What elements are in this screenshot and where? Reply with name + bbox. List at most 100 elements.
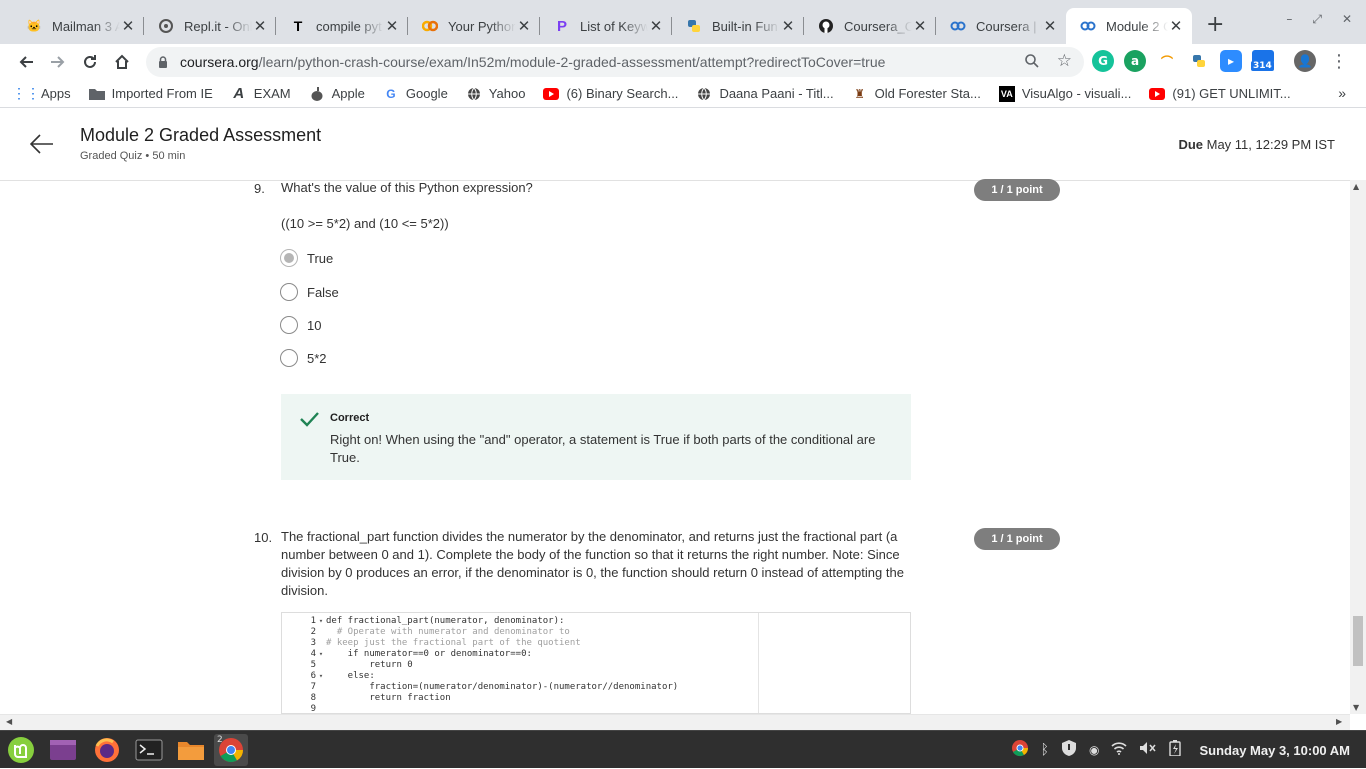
bookmark-apple[interactable]: Apple [309, 86, 365, 102]
close-icon[interactable]: ✕ [648, 17, 664, 35]
tab-your-python[interactable]: Your Pythor ✕ [408, 8, 540, 44]
minimize-icon[interactable]: – [1286, 12, 1292, 27]
close-icon[interactable]: ✕ [780, 17, 796, 35]
scroll-right-icon[interactable]: ▶ [1336, 717, 1342, 726]
code-line[interactable]: 4 ▾ if numerator==0 or denominator==0: [282, 649, 532, 660]
star-bookmark-icon[interactable]: ☆ [1057, 51, 1072, 71]
show-desktop-button[interactable] [46, 734, 80, 766]
scroll-down-icon[interactable]: ▼ [1353, 703, 1359, 712]
bookmark-binary-search[interactable]: (6) Binary Search... [543, 86, 678, 102]
fold-arrow-icon[interactable]: ▾ [316, 649, 326, 660]
code-line[interactable]: 9 [282, 704, 326, 713]
feedback-box: Correct Right on! When using the "and" o… [281, 394, 911, 480]
radio[interactable] [280, 283, 298, 301]
chrome-tray-icon[interactable] [1011, 739, 1029, 761]
clock[interactable]: Sunday May 3, 10:00 AM [1199, 743, 1350, 758]
calendar-extension-icon[interactable]: 314 [1251, 50, 1274, 72]
code-line[interactable]: 8 return fraction [282, 693, 451, 704]
scrollbar-thumb[interactable] [1353, 616, 1363, 666]
python-icon [686, 18, 702, 34]
folder-icon [88, 86, 105, 102]
python-extension-icon[interactable] [1188, 50, 1210, 72]
tab-list-of-keywords[interactable]: P List of Keyw ✕ [540, 8, 672, 44]
horizontal-scrollbar[interactable]: ◀ ▶ [0, 714, 1350, 730]
code-line[interactable]: 2 # Operate with numerator and denominat… [282, 627, 570, 638]
code-line[interactable]: 6 ▾ else: [282, 671, 375, 682]
tab-module-2-active[interactable]: Module 2 G ✕ [1066, 8, 1192, 44]
terminal-launcher[interactable] [132, 734, 166, 766]
files-launcher[interactable] [174, 734, 208, 766]
firefox-launcher[interactable] [90, 734, 124, 766]
close-icon[interactable]: ✕ [1042, 17, 1058, 35]
linux-mint-icon [8, 737, 34, 763]
new-tab-button[interactable]: + [1206, 14, 1224, 36]
arc-extension-icon[interactable]: ⌒ [1156, 50, 1178, 72]
mint-menu-button[interactable] [4, 734, 38, 766]
close-icon[interactable]: ✕ [120, 17, 136, 35]
close-window-icon[interactable]: ✕ [1342, 12, 1352, 27]
bookmark-old-forester[interactable]: ♜ Old Forester Sta... [852, 86, 981, 102]
bookmark-apps[interactable]: ⋮⋮ Apps [12, 85, 71, 102]
close-icon[interactable]: ✕ [912, 17, 928, 35]
close-icon[interactable]: ✕ [384, 17, 400, 35]
fold-arrow-icon[interactable]: ▾ [316, 671, 326, 682]
profile-avatar[interactable]: 👤 [1294, 50, 1316, 72]
tab-coursera[interactable]: Coursera | C ✕ [936, 8, 1066, 44]
forward-button[interactable] [42, 46, 74, 78]
home-button[interactable] [106, 46, 138, 78]
close-icon[interactable]: ✕ [252, 17, 268, 35]
bookmark-daana-paani[interactable]: Daana Paani - Titl... [696, 86, 834, 102]
close-icon[interactable]: ✕ [516, 17, 532, 35]
menu-kebab-icon[interactable]: ⋮ [1330, 51, 1348, 72]
option-true[interactable]: True [280, 249, 333, 267]
bookmark-exam[interactable]: A EXAM [231, 85, 290, 102]
code-text: if numerator==0 or denominator==0: [326, 649, 532, 659]
radio-selected[interactable] [280, 249, 298, 267]
close-icon[interactable]: ✕ [1168, 17, 1184, 35]
tab-replit[interactable]: Repl.it - Onl ✕ [144, 8, 276, 44]
fold-arrow-icon[interactable]: ▾ [316, 616, 326, 627]
bookmark-visualgo[interactable]: VA VisuAlgo - visuali... [998, 85, 1131, 102]
back-button[interactable] [10, 46, 42, 78]
window-controls: – ⤢ ✕ [1286, 12, 1352, 27]
radio[interactable] [280, 349, 298, 367]
restore-icon[interactable]: ⤢ [1312, 12, 1322, 27]
reload-button[interactable] [74, 46, 106, 78]
grammarly-icon[interactable]: G [1092, 50, 1114, 72]
coursera-icon [1080, 18, 1096, 34]
tab-github-coursera[interactable]: Coursera_C ✕ [804, 8, 936, 44]
nvidia-icon[interactable]: ◉ [1089, 743, 1099, 757]
code-line[interactable]: 7 fraction=(numerator/denominator)-(nume… [282, 682, 679, 693]
bluetooth-icon[interactable]: ᛒ [1041, 742, 1049, 758]
tab-mailman[interactable]: 🐱 Mailman 3 A ✕ [12, 8, 144, 44]
bookmark-get-unlimited[interactable]: (91) GET UNLIMIT... [1149, 86, 1291, 102]
vertical-scrollbar[interactable]: ▲ ▼ [1350, 180, 1366, 714]
code-line[interactable]: 3 # keep just the fractional part of the … [282, 638, 581, 649]
zoom-search-icon[interactable] [1024, 53, 1040, 72]
zoom-extension-icon[interactable]: ▸ [1220, 50, 1242, 72]
option-5x2[interactable]: 5*2 [280, 349, 327, 367]
battery-icon[interactable] [1169, 740, 1182, 760]
scroll-left-icon[interactable]: ◀ [6, 717, 12, 726]
option-10[interactable]: 10 [280, 316, 321, 334]
apps-grid-icon: ⋮⋮ [12, 85, 40, 101]
code-line[interactable]: 5 return 0 [282, 660, 413, 671]
volume-mute-icon[interactable] [1139, 741, 1157, 759]
bookmark-google[interactable]: G Google [383, 86, 448, 102]
option-false[interactable]: False [280, 283, 339, 301]
tab-compile-python[interactable]: T compile pyt ✕ [276, 8, 408, 44]
back-arrow-icon[interactable] [29, 134, 54, 156]
a-extension-icon[interactable]: a [1124, 50, 1146, 72]
scroll-up-icon[interactable]: ▲ [1353, 182, 1359, 191]
bookmark-imported-from-ie[interactable]: Imported From IE [88, 86, 213, 102]
bookmarks-overflow-button[interactable]: » [1338, 85, 1346, 101]
tab-built-in-functions[interactable]: Built-in Fun ✕ [672, 8, 804, 44]
address-bar[interactable]: coursera.org/learn/python-crash-course/e… [146, 47, 1084, 77]
shield-icon[interactable] [1061, 739, 1077, 761]
bookmark-yahoo[interactable]: Yahoo [466, 86, 525, 102]
wifi-icon[interactable] [1111, 741, 1128, 759]
code-line[interactable]: 1 ▾ def fractional_part(numerator, denomin… [282, 616, 565, 627]
chrome-window-button[interactable]: 2 [214, 734, 248, 766]
code-editor[interactable]: 1 ▾ def fractional_part(numerator, denomin… [281, 612, 911, 714]
radio[interactable] [280, 316, 298, 334]
